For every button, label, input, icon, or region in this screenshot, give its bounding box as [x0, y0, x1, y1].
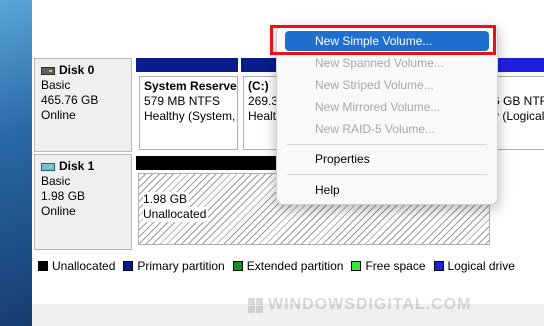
partition-status: Healthy (System,	[144, 109, 236, 123]
hard-drive-icon	[41, 66, 55, 75]
partition-logical[interactable]: 6 GB NTFS y (Logical	[492, 76, 544, 150]
unallocated-status: Unallocated	[143, 207, 209, 222]
partition-system-reserved[interactable]: System Reserve 579 MB NTFS Healthy (Syst…	[139, 76, 238, 150]
legend-label: Logical drive	[447, 259, 515, 273]
partition-name	[493, 79, 540, 94]
partition-name: (C:)	[248, 79, 269, 93]
disk1-title: Disk 1	[41, 159, 131, 174]
legend-label: Free space	[365, 259, 426, 273]
partition-size: 269.3	[248, 94, 279, 108]
disk0-title: Disk 0	[41, 63, 131, 78]
disk1-type: Basic	[41, 174, 71, 188]
menu-item-properties[interactable]: Properties	[285, 149, 489, 169]
menu-separator	[287, 174, 487, 175]
partition-size: 579 MB NTFS	[144, 94, 221, 108]
legend-swatch	[38, 261, 48, 271]
disk0-name: Disk 0	[59, 63, 95, 77]
watermark: WINDOWSDIGITAL.COM	[248, 296, 471, 314]
legend-label: Primary partition	[137, 259, 225, 273]
unallocated-size: 1.98 GB	[143, 192, 190, 207]
legend-item: Logical drive	[433, 259, 515, 273]
partition-stripe-c	[241, 58, 281, 72]
legend-item: Unallocated	[38, 259, 115, 273]
callout-highlight-box	[270, 25, 496, 55]
menu-item-new-striped-volume: New Striped Volume...	[315, 78, 434, 92]
disk1-size: 1.98 GB	[41, 189, 86, 203]
watermark-text: WINDOWSDIGITAL.COM	[268, 296, 472, 313]
legend-swatch	[351, 261, 362, 271]
legend-swatch	[123, 261, 134, 271]
partition-legend: Unallocated Primary partition Extended p…	[34, 256, 542, 276]
desktop-background	[0, 0, 32, 326]
disk0-info[interactable]: Disk 0 Basic 465.76 GB Online	[34, 58, 132, 152]
disk0-size: 465.76 GB	[41, 93, 99, 107]
legend-item: Primary partition	[123, 259, 225, 273]
partition-status: y (Logical	[493, 109, 544, 123]
legend-item: Free space	[351, 259, 426, 273]
legend-item: Extended partition	[232, 259, 344, 273]
disk1-info[interactable]: Disk 1 Basic 1.98 GB Online	[34, 154, 132, 250]
partition-name: System Reserve	[144, 79, 237, 93]
disk1-name: Disk 1	[59, 159, 95, 173]
menu-item-help[interactable]: Help	[285, 180, 489, 200]
partition-status: Healt	[248, 109, 277, 123]
menu-separator	[287, 144, 487, 145]
partition-stripe-system	[136, 58, 238, 72]
windows-logo-icon	[248, 297, 263, 313]
legend-swatch	[433, 261, 444, 271]
usb-drive-icon	[41, 162, 55, 171]
partition-size: 6 GB NTFS	[493, 94, 544, 108]
menu-item-new-spanned-volume: New Spanned Volume...	[315, 56, 444, 70]
legend-label: Extended partition	[246, 259, 344, 273]
legend-label: Unallocated	[52, 259, 116, 273]
legend-swatch	[232, 261, 243, 271]
disk1-status: Online	[41, 204, 76, 218]
disk0-status: Online	[41, 108, 76, 122]
disk0-type: Basic	[41, 78, 71, 92]
menu-item-new-raid5-volume: New RAID-5 Volume...	[315, 122, 436, 136]
menu-item-new-mirrored-volume: New Mirrored Volume...	[315, 100, 441, 114]
